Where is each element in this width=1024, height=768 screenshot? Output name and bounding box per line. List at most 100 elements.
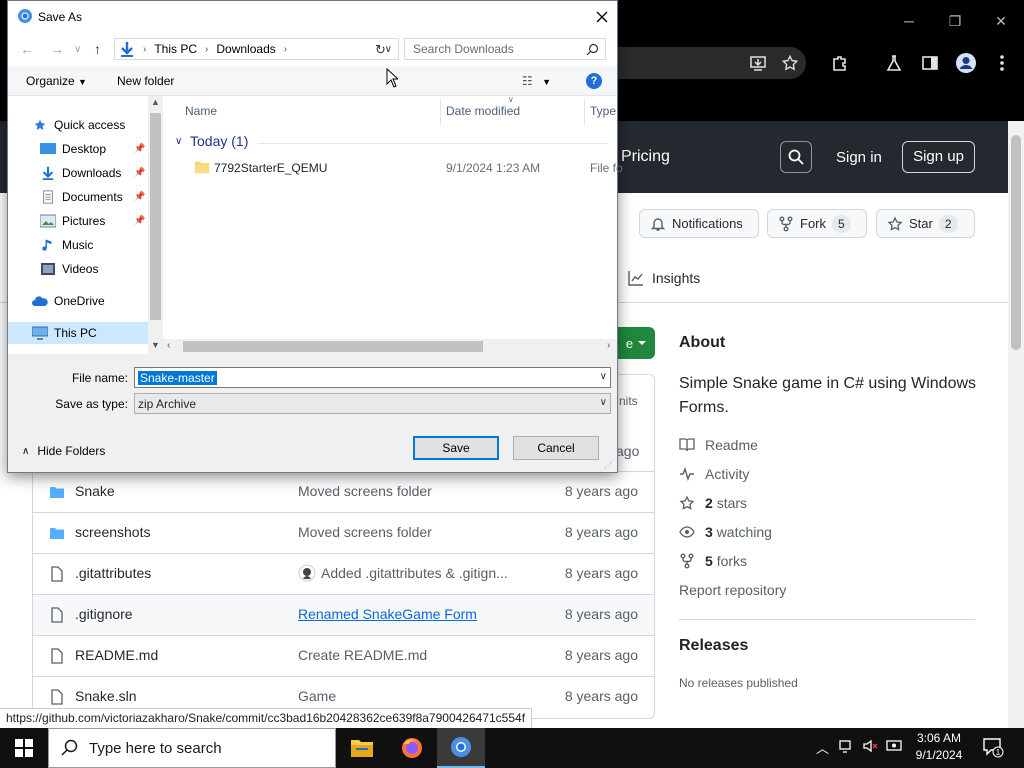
side-panel-icon[interactable] xyxy=(918,51,942,75)
file-list-horizontal-scrollbar[interactable]: ‹ › xyxy=(163,339,617,354)
github-search-button[interactable] xyxy=(780,141,812,173)
save-as-type-select[interactable]: zip Archive ∨ xyxy=(134,393,611,414)
hide-folders-toggle[interactable]: ∧ Hide Folders xyxy=(22,444,105,458)
fork-button[interactable]: Fork 5 xyxy=(767,209,867,238)
nav-music[interactable]: Music xyxy=(8,234,148,256)
bookmark-star-icon[interactable] xyxy=(778,51,802,75)
column-header-type[interactable]: Type xyxy=(590,104,616,118)
nav-documents[interactable]: Documents 📌 xyxy=(8,186,148,208)
star-button[interactable]: Star 2 xyxy=(876,209,975,238)
horizontal-scrollbar-thumb[interactable] xyxy=(183,341,483,352)
recent-locations-chevron-icon[interactable]: ∨ xyxy=(74,44,81,55)
report-repository-link[interactable]: Report repository xyxy=(679,582,786,598)
cancel-button[interactable]: Cancel xyxy=(513,436,599,460)
forward-arrow-icon[interactable]: → xyxy=(50,41,64,57)
resize-grip-icon[interactable]: ⋰ xyxy=(604,461,612,470)
group-header-today[interactable]: Today (1) xyxy=(190,133,248,149)
address-breadcrumb[interactable]: › This PC › Downloads › ∨ xyxy=(114,38,399,60)
breadcrumb-this-pc[interactable]: This PC xyxy=(154,42,197,56)
up-arrow-icon[interactable]: ↑ xyxy=(94,41,101,57)
file-name[interactable]: .gitattributes xyxy=(75,565,151,581)
save-button[interactable]: Save xyxy=(413,436,499,460)
file-name[interactable]: Snake.sln xyxy=(75,688,136,704)
tab-insights[interactable]: Insights xyxy=(628,270,700,286)
tray-overflow-chevron-icon[interactable]: ︿ xyxy=(816,738,829,757)
organize-button[interactable]: Organize ▼ xyxy=(26,74,87,88)
nav-pictures[interactable]: Pictures 📌 xyxy=(8,210,148,232)
table-row[interactable]: .gitattributes Added .gitattributes & .g… xyxy=(33,553,654,594)
commit-message[interactable]: Moved screens folder xyxy=(298,524,432,540)
file-name[interactable]: Snake xyxy=(75,483,115,499)
activity-link[interactable]: Activity xyxy=(679,466,749,482)
scroll-right-icon[interactable]: › xyxy=(607,340,610,351)
display-settings-icon[interactable] xyxy=(886,738,902,757)
browser-maximize-button[interactable]: ❐ xyxy=(932,8,978,34)
file-name[interactable]: .gitignore xyxy=(75,606,133,622)
taskbar-chrome[interactable] xyxy=(437,728,485,768)
readme-link[interactable]: Readme xyxy=(679,437,758,453)
taskbar-firefox[interactable] xyxy=(388,728,436,768)
code-dropdown-button[interactable]: e xyxy=(618,327,655,359)
pricing-link[interactable]: Pricing xyxy=(621,148,670,166)
view-options-button[interactable]: ☷ ▼ xyxy=(522,74,551,88)
browser-menu-icon[interactable] xyxy=(990,51,1014,75)
breadcrumb-downloads[interactable]: Downloads xyxy=(216,42,275,56)
nav-downloads[interactable]: Downloads 📌 xyxy=(8,162,148,184)
commit-message[interactable]: Added .gitattributes & .gitign... xyxy=(321,565,508,581)
taskbar-search-box[interactable]: Type here to search xyxy=(48,728,336,768)
scroll-left-icon[interactable]: ‹ xyxy=(167,340,170,351)
nav-pane-scrollbar[interactable]: ▲ ▼ xyxy=(148,96,163,354)
releases-title[interactable]: Releases xyxy=(679,637,748,655)
nav-videos[interactable]: Videos xyxy=(8,258,148,280)
table-row[interactable]: .gitignore Renamed SnakeGame Form 8 year… xyxy=(33,594,654,635)
column-separator[interactable] xyxy=(440,98,441,126)
file-name-dropdown-chevron-icon[interactable]: ∨ xyxy=(600,371,607,382)
notifications-button[interactable]: Notifications xyxy=(639,209,759,238)
commit-message[interactable]: Game xyxy=(298,688,336,704)
new-folder-button[interactable]: New folder xyxy=(117,74,174,88)
browser-close-button[interactable]: ✕ xyxy=(978,8,1024,34)
labs-flask-icon[interactable] xyxy=(882,51,906,75)
commit-message[interactable]: Create README.md xyxy=(298,647,427,663)
table-row[interactable]: README.md Create README.md 8 years ago xyxy=(33,635,654,676)
help-icon[interactable]: ? xyxy=(586,73,602,89)
table-row[interactable]: screenshots Moved screens folder 8 years… xyxy=(33,512,654,553)
forks-link[interactable]: 5 forks xyxy=(679,553,747,569)
commit-message-link[interactable]: Renamed SnakeGame Form xyxy=(298,606,477,622)
page-scrollbar-thumb[interactable] xyxy=(1011,135,1021,350)
list-item[interactable]: 7792StarterE_QEMU 9/1/2024 1:23 AM File … xyxy=(163,158,623,178)
notification-center-icon[interactable]: 1 xyxy=(982,736,1004,761)
nav-pane-scrollbar-thumb[interactable] xyxy=(150,113,161,320)
install-app-icon[interactable] xyxy=(746,51,770,75)
browser-minimize-button[interactable]: ─ xyxy=(886,8,932,34)
column-header-name[interactable]: Name xyxy=(185,104,217,118)
table-row[interactable]: Snake Moved screens folder 8 years ago xyxy=(33,471,654,512)
watching-link[interactable]: 3 watching xyxy=(679,524,772,540)
group-collapse-chevron-icon[interactable]: ∨ xyxy=(175,136,182,147)
dialog-title-bar[interactable]: Save As xyxy=(8,1,617,32)
nav-quick-access[interactable]: Quick access xyxy=(8,114,148,136)
taskbar-file-explorer[interactable] xyxy=(338,728,386,768)
scroll-up-icon[interactable]: ▲ xyxy=(151,97,160,107)
sign-in-link[interactable]: Sign in xyxy=(836,149,882,166)
profile-avatar-icon[interactable] xyxy=(954,51,978,75)
extensions-icon[interactable] xyxy=(828,51,852,75)
refresh-icon[interactable]: ↻ xyxy=(375,42,386,58)
nav-onedrive[interactable]: OneDrive xyxy=(8,290,148,312)
scroll-down-icon[interactable]: ▼ xyxy=(151,340,160,350)
nav-this-pc[interactable]: This PC xyxy=(8,322,148,344)
file-name[interactable]: screenshots xyxy=(75,524,150,540)
taskbar-clock[interactable]: 3:06 AM 9/1/2024 xyxy=(908,730,970,764)
sign-up-button[interactable]: Sign up xyxy=(902,141,975,173)
commit-message[interactable]: Moved screens folder xyxy=(298,483,432,499)
file-name[interactable]: README.md xyxy=(75,647,158,663)
dialog-close-button[interactable] xyxy=(588,4,616,30)
stars-link[interactable]: 2 stars xyxy=(679,495,747,511)
volume-muted-icon[interactable] xyxy=(862,738,878,757)
dialog-search-box[interactable]: Search Downloads xyxy=(404,38,606,60)
column-header-date-modified[interactable]: Date modified xyxy=(446,104,520,118)
column-separator[interactable] xyxy=(584,98,585,126)
file-name-field[interactable]: Snake-master ∨ xyxy=(134,367,611,388)
page-scrollbar[interactable] xyxy=(1008,121,1024,728)
nav-desktop[interactable]: Desktop 📌 xyxy=(8,138,148,160)
